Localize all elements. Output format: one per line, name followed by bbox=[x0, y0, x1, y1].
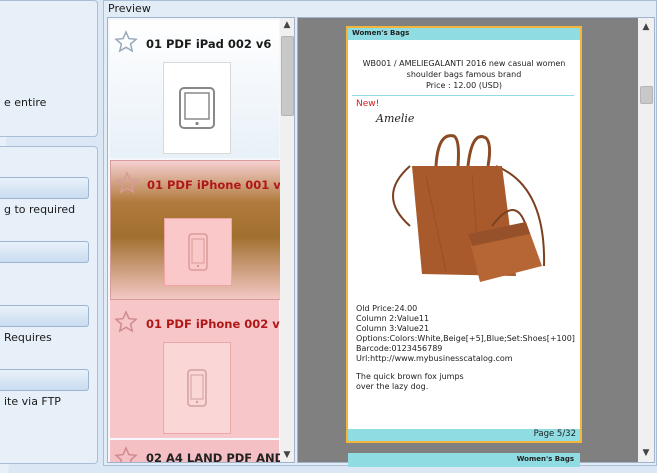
tablet-icon bbox=[179, 87, 215, 129]
template-item-iphone-001[interactable]: 01 PDF iPhone 001 v6 bbox=[110, 160, 289, 300]
detail-line: Column 2:Value11 bbox=[356, 314, 430, 323]
title-divider bbox=[352, 95, 574, 96]
option-group-1 bbox=[0, 0, 98, 137]
new-badge: New! bbox=[356, 99, 380, 109]
option-text-requires: Requires bbox=[4, 331, 52, 344]
option-text-entire: e entire bbox=[4, 96, 47, 109]
template-label: 01 PDF iPhone 002 v6 bbox=[146, 317, 288, 331]
page-header-band: Women's Bags bbox=[348, 28, 580, 40]
template-thumbnail bbox=[163, 342, 231, 434]
option-button-1[interactable] bbox=[0, 177, 89, 199]
left-options-panel: e entire g to required Requires ite via … bbox=[0, 0, 100, 473]
product-price: Price : 12.00 (USD) bbox=[425, 81, 503, 90]
product-title-line1: WB001 / AMELIEGALANTI 2016 new casual wo… bbox=[362, 59, 566, 68]
scroll-up-icon[interactable]: ▲ bbox=[639, 20, 653, 34]
template-item-ipad-002[interactable]: 01 PDF iPad 002 v6 bbox=[110, 20, 279, 158]
template-label: 01 PDF iPhone 001 v6 bbox=[147, 178, 289, 192]
next-page-category: Women's Bags bbox=[516, 455, 574, 463]
page-number: Page 5/32 bbox=[533, 429, 576, 439]
star-icon[interactable] bbox=[114, 446, 138, 463]
preview-title: Preview bbox=[108, 2, 151, 15]
option-text-ftp: ite via FTP bbox=[4, 395, 61, 408]
page-category: Women's Bags bbox=[352, 29, 410, 37]
detail-line: Column 3:Value21 bbox=[356, 324, 430, 333]
scroll-down-icon[interactable]: ▼ bbox=[639, 446, 653, 460]
description-line: The quick brown fox jumps bbox=[356, 372, 464, 381]
detail-line: Options:Colors:White,Beige[+5],Blue;Set:… bbox=[356, 334, 575, 343]
template-label: 01 PDF iPad 002 v6 bbox=[146, 37, 272, 51]
viewer-scrollbar[interactable]: ▲ ▼ bbox=[638, 18, 654, 462]
option-button-4[interactable] bbox=[0, 369, 89, 391]
next-page-header: Women's Bags bbox=[348, 453, 580, 467]
option-button-3[interactable] bbox=[0, 305, 89, 327]
template-item-iphone-002[interactable]: 01 PDF iPhone 002 v6 bbox=[110, 300, 288, 438]
brand-script: Amelie bbox=[376, 112, 415, 125]
scrollbar-thumb[interactable] bbox=[640, 86, 653, 104]
scroll-up-icon[interactable]: ▲ bbox=[280, 18, 294, 32]
scroll-down-icon[interactable]: ▼ bbox=[280, 448, 294, 462]
phone-icon bbox=[187, 369, 207, 407]
template-list-scrollbar[interactable]: ▲ ▼ bbox=[280, 18, 294, 462]
detail-line: Barcode:0123456789 bbox=[356, 344, 443, 353]
star-icon[interactable] bbox=[114, 30, 138, 54]
template-label: 02 A4 LAND PDF AND bbox=[146, 451, 285, 463]
template-thumbnail bbox=[163, 62, 231, 154]
phone-icon bbox=[188, 233, 208, 271]
star-icon[interactable] bbox=[114, 310, 138, 334]
description-line: over the lazy dog. bbox=[356, 382, 429, 391]
catalog-page: Women's Bags WB001 / AMELIEGALANTI 2016 … bbox=[346, 26, 582, 443]
template-thumbnail bbox=[164, 218, 232, 286]
option-button-2[interactable] bbox=[0, 241, 89, 263]
detail-line: Old Price:24.00 bbox=[356, 304, 418, 313]
option-text-required: g to required bbox=[4, 203, 76, 216]
template-item-a4-land[interactable]: 02 A4 LAND PDF AND bbox=[110, 440, 284, 463]
handbag-photo bbox=[392, 134, 546, 282]
page-footer-band: Page 5/32 bbox=[348, 429, 580, 441]
template-list[interactable]: 01 PDF iPad 002 v6 01 PDF iPhone 001 v6 … bbox=[107, 17, 295, 463]
detail-line: Url:http://www.mybusinesscatalog.com bbox=[356, 354, 513, 363]
star-icon[interactable] bbox=[115, 171, 139, 195]
scrollbar-thumb[interactable] bbox=[281, 36, 294, 116]
product-title-line2: shoulder bags famous brand bbox=[406, 70, 522, 79]
